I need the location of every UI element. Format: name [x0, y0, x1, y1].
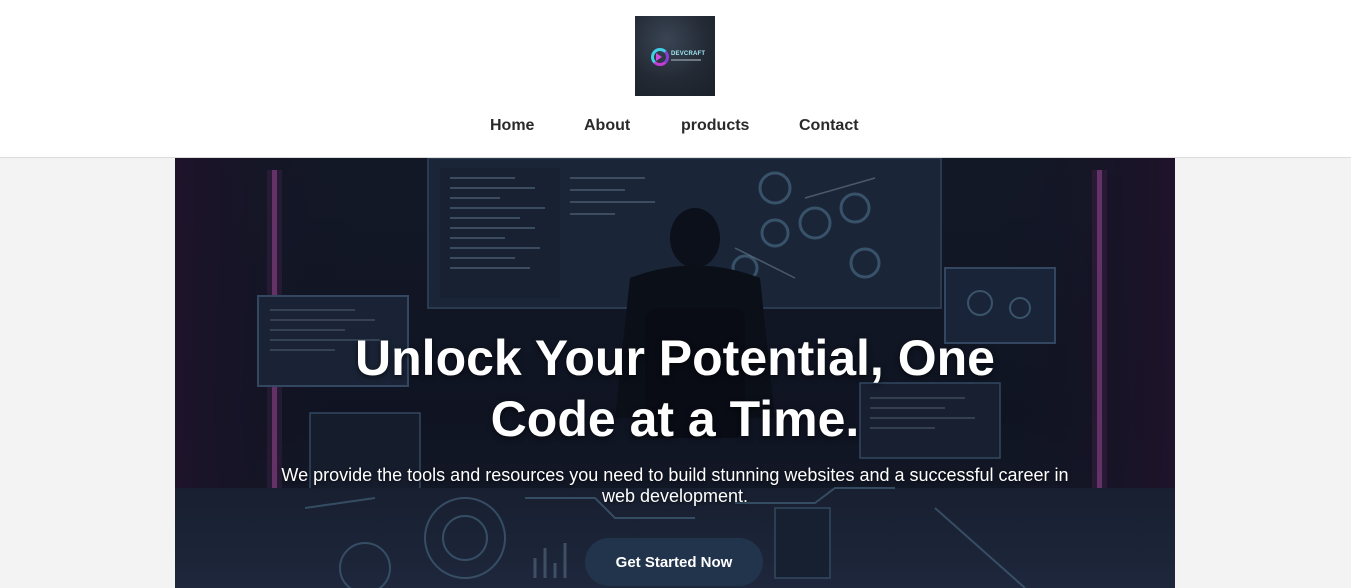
logo-play-shape — [656, 53, 662, 61]
main-nav: Home About products Contact — [0, 117, 1351, 139]
site-logo[interactable]: DEVCRAFT — [635, 16, 715, 96]
logo-wordmark: DEVCRAFT — [671, 51, 706, 57]
logo-tagline-line — [671, 59, 701, 61]
nav-item-about[interactable]: About — [584, 117, 630, 135]
hero-subtitle: We provide the tools and resources you n… — [281, 465, 1069, 506]
nav-item-contact[interactable]: Contact — [799, 117, 859, 135]
nav-item-home[interactable]: Home — [490, 117, 534, 135]
site-header: DEVCRAFT Home About products Contact — [0, 0, 1351, 158]
hero-section: Unlock Your Potential, One Code at a Tim… — [175, 158, 1175, 588]
hero-title: Unlock Your Potential, One Code at a Tim… — [355, 330, 995, 447]
get-started-button[interactable]: Get Started Now — [585, 538, 763, 586]
nav-item-products[interactable]: products — [681, 117, 749, 135]
